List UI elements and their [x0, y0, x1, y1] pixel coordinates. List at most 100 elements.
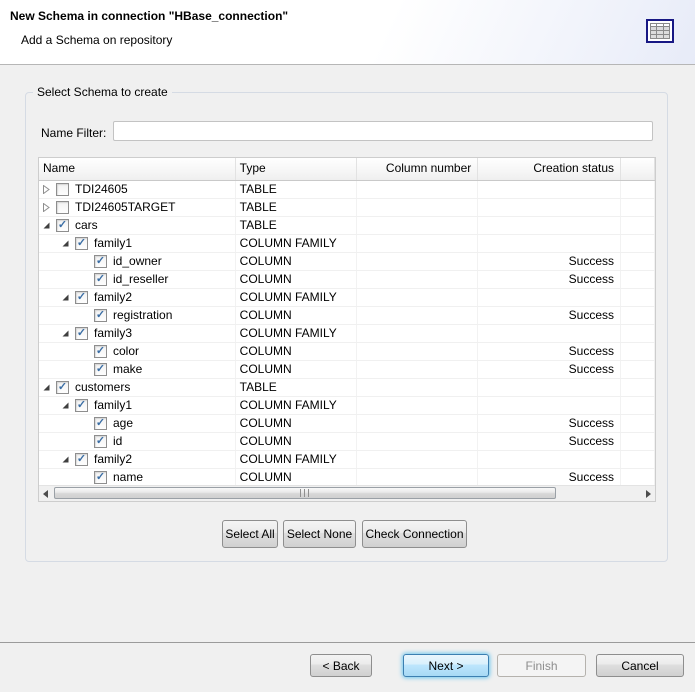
scroll-right-arrow-icon[interactable] — [642, 486, 655, 501]
row-checkbox[interactable]: ✓ — [94, 471, 107, 484]
back-button[interactable]: < Back — [310, 654, 372, 677]
tree-row-family1[interactable]: ✓ family1 COLUMN FAMILY — [39, 235, 655, 253]
finish-button[interactable]: Finish — [497, 654, 586, 677]
indent-spacer — [42, 369, 80, 370]
cell-extra — [621, 433, 655, 450]
indent-spacer — [42, 243, 61, 244]
cancel-button[interactable]: Cancel — [596, 654, 684, 677]
cell-type: TABLE — [236, 217, 358, 234]
select-none-button[interactable]: Select None — [283, 520, 356, 548]
footer-separator — [0, 642, 695, 643]
column-header-extra[interactable] — [621, 158, 655, 180]
row-checkbox[interactable]: ✓ — [94, 345, 107, 358]
select-all-button[interactable]: Select All — [222, 520, 278, 548]
tree-row-id_reseller[interactable]: ✓ id_reseller COLUMN Success — [39, 271, 655, 289]
row-checkbox[interactable] — [56, 183, 69, 196]
page-subtitle: Add a Schema on repository — [21, 33, 172, 47]
tree-row-make[interactable]: ✓ make COLUMN Success — [39, 361, 655, 379]
cell-column-number — [357, 415, 478, 432]
tree-row-age[interactable]: ✓ age COLUMN Success — [39, 415, 655, 433]
tree-row-color[interactable]: ✓ color COLUMN Success — [39, 343, 655, 361]
indent-spacer — [42, 405, 61, 406]
column-header-name[interactable]: Name — [39, 158, 236, 180]
cell-column-number — [357, 469, 478, 486]
tree-row-family3[interactable]: ✓ family3 COLUMN FAMILY — [39, 325, 655, 343]
collapse-arrow-icon[interactable] — [61, 455, 75, 464]
indent-spacer — [42, 297, 61, 298]
cell-type: COLUMN — [236, 271, 358, 288]
row-checkbox[interactable]: ✓ — [75, 399, 88, 412]
cell-type: TABLE — [236, 199, 358, 216]
row-checkbox[interactable]: ✓ — [94, 255, 107, 268]
tree-row-customers[interactable]: ✓ customers TABLE — [39, 379, 655, 397]
cell-creation-status — [478, 199, 621, 216]
tree-row-TDI24605[interactable]: TDI24605 TABLE — [39, 181, 655, 199]
scroll-left-arrow-icon[interactable] — [39, 486, 52, 501]
cell-extra — [621, 451, 655, 468]
cell-extra — [621, 235, 655, 252]
cell-creation-status — [478, 451, 621, 468]
row-checkbox[interactable]: ✓ — [94, 363, 107, 376]
tree-node-label: id — [113, 433, 122, 450]
row-checkbox[interactable]: ✓ — [75, 327, 88, 340]
tree-row-registration[interactable]: ✓ registration COLUMN Success — [39, 307, 655, 325]
tree-node-label: family1 — [94, 397, 132, 414]
expand-arrow-icon[interactable] — [42, 203, 56, 212]
row-checkbox[interactable]: ✓ — [75, 291, 88, 304]
indent-spacer — [42, 279, 80, 280]
row-checkbox[interactable]: ✓ — [94, 417, 107, 430]
cell-extra — [621, 343, 655, 360]
row-checkbox[interactable] — [56, 201, 69, 214]
cell-extra — [621, 289, 655, 306]
collapse-arrow-icon[interactable] — [61, 293, 75, 302]
indent-spacer — [42, 351, 80, 352]
next-button[interactable]: Next > — [403, 654, 489, 677]
tree-row-cars[interactable]: ✓ cars TABLE — [39, 217, 655, 235]
column-header-type[interactable]: Type — [236, 158, 358, 180]
row-checkbox[interactable]: ✓ — [56, 381, 69, 394]
check-connection-button[interactable]: Check Connection — [362, 520, 467, 548]
scrollbar-thumb[interactable] — [54, 487, 556, 499]
collapse-arrow-icon[interactable] — [42, 221, 56, 230]
collapse-arrow-icon[interactable] — [42, 383, 56, 392]
tree-row-family2[interactable]: ✓ family2 COLUMN FAMILY — [39, 289, 655, 307]
tree-node-label: TDI24605 — [75, 181, 128, 198]
collapse-arrow-icon[interactable] — [61, 329, 75, 338]
tree-node-label: age — [113, 415, 133, 432]
row-checkbox[interactable]: ✓ — [56, 219, 69, 232]
cell-extra — [621, 199, 655, 216]
tree-row-TDI24605TARGET[interactable]: TDI24605TARGET TABLE — [39, 199, 655, 217]
tree-row-family1[interactable]: ✓ family1 COLUMN FAMILY — [39, 397, 655, 415]
collapse-arrow-icon[interactable] — [61, 239, 75, 248]
tree-node-label: registration — [113, 307, 172, 324]
indent-spacer — [42, 441, 80, 442]
column-header-creation-status[interactable]: Creation status — [478, 158, 621, 180]
cell-creation-status — [478, 181, 621, 198]
cell-column-number — [357, 217, 478, 234]
row-checkbox[interactable]: ✓ — [75, 237, 88, 250]
tree-row-id[interactable]: ✓ id COLUMN Success — [39, 433, 655, 451]
collapse-arrow-icon[interactable] — [61, 401, 75, 410]
cell-extra — [621, 415, 655, 432]
indent-spacer — [42, 315, 80, 316]
tree-row-family2[interactable]: ✓ family2 COLUMN FAMILY — [39, 451, 655, 469]
name-filter-input[interactable] — [113, 121, 653, 141]
horizontal-scrollbar[interactable] — [39, 485, 655, 501]
tree-node-label: TDI24605TARGET — [75, 199, 175, 216]
row-checkbox[interactable]: ✓ — [75, 453, 88, 466]
cell-creation-status: Success — [478, 253, 621, 270]
cell-creation-status — [478, 217, 621, 234]
row-checkbox[interactable]: ✓ — [94, 435, 107, 448]
row-checkbox[interactable]: ✓ — [94, 309, 107, 322]
cell-column-number — [357, 271, 478, 288]
column-header-column-number[interactable]: Column number — [357, 158, 478, 180]
row-checkbox[interactable]: ✓ — [94, 273, 107, 286]
cell-creation-status: Success — [478, 343, 621, 360]
tree-node-label: customers — [75, 379, 130, 396]
page-title: New Schema in connection "HBase_connecti… — [10, 9, 288, 23]
tree-node-label: family2 — [94, 451, 132, 468]
tree-node-label: make — [113, 361, 142, 378]
cell-type: COLUMN — [236, 361, 358, 378]
expand-arrow-icon[interactable] — [42, 185, 56, 194]
tree-row-id_owner[interactable]: ✓ id_owner COLUMN Success — [39, 253, 655, 271]
